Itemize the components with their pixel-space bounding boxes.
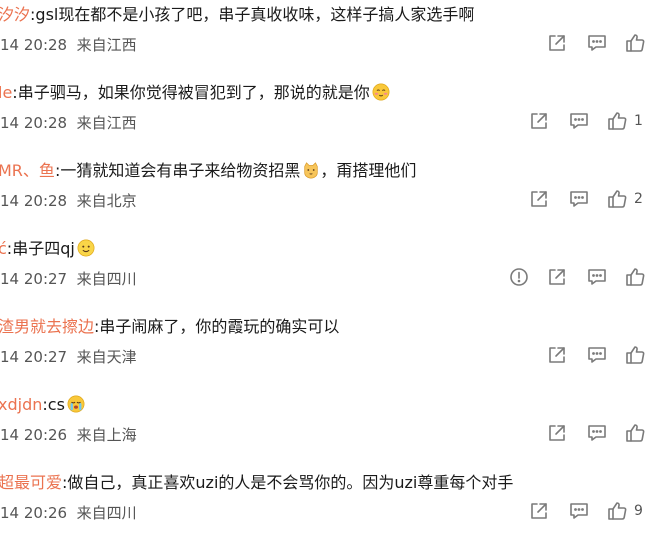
comment-meta: 14 20:26 来自上海 <box>0 425 137 445</box>
comment-meta: 14 20:27 来自四川 <box>0 269 137 289</box>
comment-username[interactable]: 渣男就去擦边 <box>0 317 94 336</box>
like-count: 9 <box>634 503 643 519</box>
comment-meta: 14 20:26 来自四川 <box>0 503 137 523</box>
cry-emoji-icon <box>67 395 85 413</box>
comment-icon[interactable] <box>586 422 608 444</box>
comment-icon[interactable] <box>568 188 590 210</box>
comment-content: MR、鱼:一猜就知道会有串子来给物资招黑 ，甭搭理他们 <box>0 160 658 182</box>
comment-location: 来自江西 <box>76 114 137 132</box>
comment-time: 14 20:28 <box>0 192 68 210</box>
comment-text: :串子四qj <box>6 239 75 258</box>
comment-content: le:串子驷马，如果你觉得被冒犯到了，那说的就是你 <box>0 82 658 104</box>
comment-location: 来自四川 <box>76 270 137 288</box>
comment-icon[interactable] <box>586 266 608 288</box>
comment-location: 来自上海 <box>76 426 137 444</box>
comment-text: :一猜就知道会有串子来给物资招黑 <box>54 161 301 180</box>
comment-text-tail: ，甭搭理他们 <box>320 161 417 180</box>
comment-meta: 14 20:27 来自天津 <box>0 347 137 367</box>
share-icon[interactable] <box>546 422 568 444</box>
comment-text: :串子闹麻了，你的霞玩的确实可以 <box>94 317 340 336</box>
share-icon[interactable] <box>528 110 550 132</box>
comment-username[interactable]: ć <box>0 239 7 258</box>
share-icon[interactable] <box>528 500 550 522</box>
share-icon[interactable] <box>546 266 568 288</box>
share-icon[interactable] <box>528 188 550 210</box>
comment-icon[interactable] <box>568 500 590 522</box>
comment-item: 汐汐:gsl现在都不是小孩了吧，串子真收收味，这样子搞人家选手啊 14 20:2… <box>0 0 660 78</box>
share-icon[interactable] <box>546 32 568 54</box>
like-icon[interactable] <box>624 344 646 366</box>
comment-meta: 14 20:28 来自北京 <box>0 191 137 211</box>
share-icon[interactable] <box>546 344 568 366</box>
comment-location: 来自北京 <box>76 192 137 210</box>
comment-item: 渣男就去擦边:串子闹麻了，你的霞玩的确实可以 14 20:27 来自天津 <box>0 312 660 390</box>
like-icon[interactable] <box>624 422 646 444</box>
comment-location: 来自四川 <box>76 504 137 522</box>
comment-time: 14 20:26 <box>0 504 68 522</box>
comment-icon[interactable] <box>586 344 608 366</box>
comment-text: :cs <box>42 395 65 414</box>
like-icon[interactable] <box>606 500 628 522</box>
comment-item: ć:串子四qj 14 20:27 来自四川 <box>0 234 660 312</box>
comment-text: :串子驷马，如果你觉得被冒犯到了，那说的就是你 <box>12 83 370 102</box>
like-count: 2 <box>634 191 643 207</box>
comment-location: 来自江西 <box>76 36 137 54</box>
comment-time: 14 20:28 <box>0 36 68 54</box>
comment-time: 14 20:26 <box>0 426 68 444</box>
comment-text: :做自己，真正喜欢uzi的人是不会骂你的。因为uzi尊重每个对手 <box>62 473 514 492</box>
comment-username[interactable]: xdjdn <box>0 395 42 414</box>
like-icon[interactable] <box>606 110 628 132</box>
comment-content: 超最可爱:做自己，真正喜欢uzi的人是不会骂你的。因为uzi尊重每个对手 <box>0 472 658 494</box>
comment-icon[interactable] <box>586 32 608 54</box>
comment-icon[interactable] <box>568 110 590 132</box>
like-icon[interactable] <box>624 266 646 288</box>
comment-time: 14 20:27 <box>0 348 68 366</box>
comment-meta: 14 20:28 来自江西 <box>0 113 137 133</box>
comment-item: xdjdn:cs 14 20:26 来自上海 <box>0 390 660 468</box>
comment-meta: 14 20:28 来自江西 <box>0 35 137 55</box>
comment-username[interactable]: le <box>0 83 12 102</box>
comment-username[interactable]: 汐汐 <box>0 5 30 24</box>
comment-text: :gsl现在都不是小孩了吧，串子真收收味，这样子搞人家选手啊 <box>30 5 475 24</box>
report-icon[interactable] <box>508 266 530 288</box>
like-count: 1 <box>634 113 643 129</box>
smile-emoji-icon <box>77 239 95 257</box>
comment-content: 渣男就去擦边:串子闹麻了，你的霞玩的确实可以 <box>0 316 658 338</box>
blush-emoji-icon <box>372 83 390 101</box>
comment-item: le:串子驷马，如果你觉得被冒犯到了，那说的就是你 14 20:28 来自江西 … <box>0 78 660 156</box>
comment-time: 14 20:28 <box>0 114 68 132</box>
comment-content: ć:串子四qj <box>0 238 658 260</box>
comment-content: 汐汐:gsl现在都不是小孩了吧，串子真收收味，这样子搞人家选手啊 <box>0 4 658 26</box>
comment-username[interactable]: MR、鱼 <box>0 161 55 180</box>
comment-time: 14 20:27 <box>0 270 68 288</box>
like-icon[interactable] <box>606 188 628 210</box>
comment-content: xdjdn:cs <box>0 394 658 416</box>
comment-item: 超最可爱:做自己，真正喜欢uzi的人是不会骂你的。因为uzi尊重每个对手 14 … <box>0 468 660 546</box>
comment-username[interactable]: 超最可爱 <box>0 473 62 492</box>
comment-item: MR、鱼:一猜就知道会有串子来给物资招黑 ，甭搭理他们 14 20:28 来自北京… <box>0 156 660 234</box>
cat-emoji-icon <box>304 162 319 179</box>
like-icon[interactable] <box>624 32 646 54</box>
comment-location: 来自天津 <box>76 348 137 366</box>
